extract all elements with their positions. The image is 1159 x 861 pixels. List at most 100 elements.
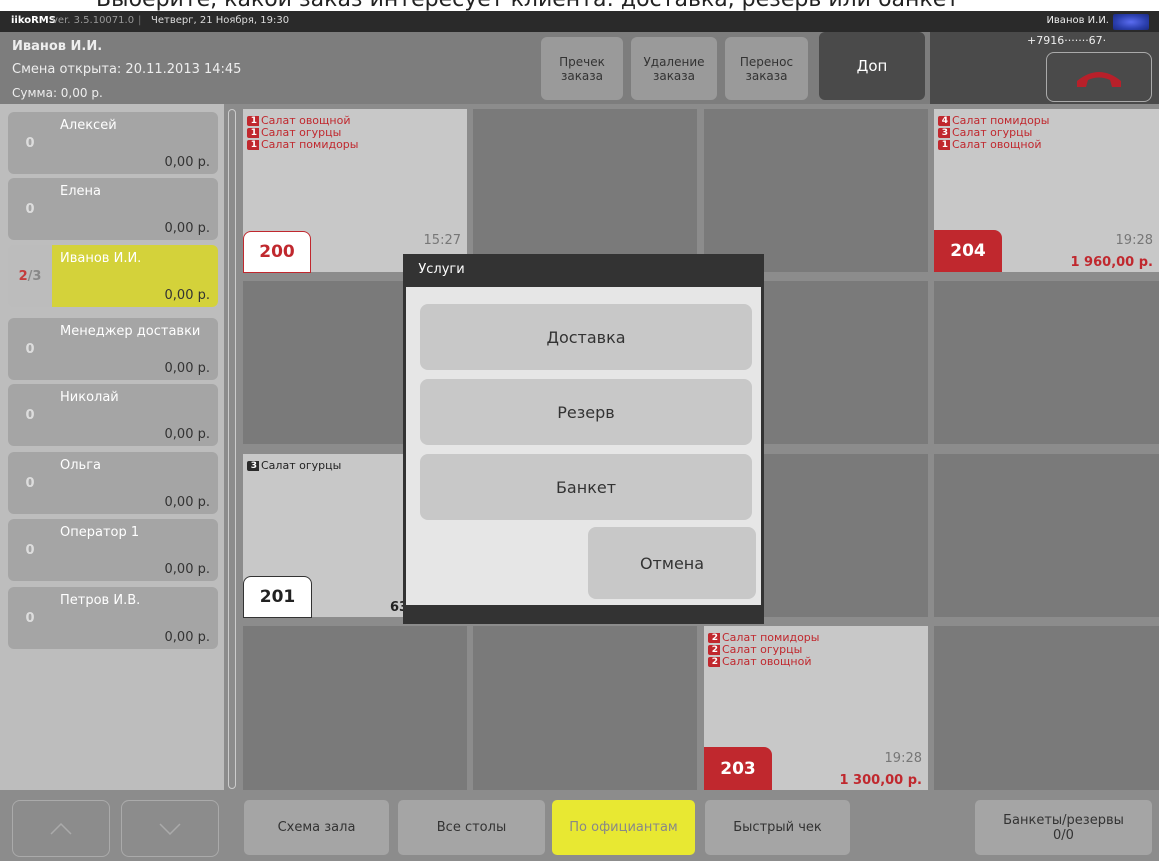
waiter-body: Елена 0,00 р. xyxy=(52,178,218,240)
order-tile-204[interactable]: 4 Салат помидоры 3 Салат огурцы 1 Салат ово… xyxy=(934,109,1159,272)
move-label-1: Перенос xyxy=(739,54,794,69)
waiter-order-count: 0 xyxy=(8,112,52,174)
waiter-list-scrollbar[interactable] xyxy=(228,109,236,789)
waiter-order-count: 0 xyxy=(8,587,52,649)
cancel-button[interactable]: Отмена xyxy=(588,527,756,599)
chevron-down-icon xyxy=(159,822,181,835)
waiter-body: Петров И.В. 0,00 р. xyxy=(52,587,218,649)
dialog-title: Услуги xyxy=(403,254,480,284)
item-qty: 2 xyxy=(708,657,720,667)
quick-check-button[interactable]: Быстрый чек xyxy=(705,800,850,855)
banquet-button[interactable]: Банкет xyxy=(420,454,752,520)
waiter-order-count: 0 xyxy=(8,384,52,446)
app-version: ver. 3.5.10071.0 xyxy=(52,15,135,26)
order-item: 1 Салат помидоры xyxy=(247,139,358,151)
waiter-item-sum: 0,00 р. xyxy=(164,221,210,236)
chevron-up-icon xyxy=(50,822,72,835)
waiter-item-aleksey[interactable]: 0 Алексей 0,00 р. xyxy=(8,112,218,174)
order-tile-203[interactable]: 2 Салат помидоры 2 Салат огурцы 2 Салат ово… xyxy=(704,626,928,790)
waiter-item-petrov[interactable]: 0 Петров И.В. 0,00 р. xyxy=(8,587,218,649)
precheck-order-button[interactable]: Пречек заказа xyxy=(541,37,623,100)
waiter-order-count: 0 xyxy=(8,452,52,514)
hangup-button[interactable] xyxy=(1046,52,1152,102)
order-time: 19:28 xyxy=(884,751,922,766)
waiter-item-name: Алексей xyxy=(60,118,117,133)
waiter-item-delivery-manager[interactable]: 0 Менеджер доставки 0,00 р. xyxy=(8,318,218,380)
order-time: 15:27 xyxy=(423,233,461,248)
order-tile-200[interactable]: 1 Салат овощной 1 Салат огурцы 1 Салат поми… xyxy=(243,109,467,273)
order-items: 3 Салат огурцы xyxy=(247,460,341,472)
item-qty: 1 xyxy=(247,128,259,138)
empty-tile xyxy=(473,109,697,272)
order-items: 4 Салат помидоры 3 Салат огурцы 1 Салат ово… xyxy=(938,115,1049,151)
datetime: Четверг, 21 Ноября, 19:30 xyxy=(151,15,290,26)
by-waiter-button[interactable]: По официантам xyxy=(552,800,695,855)
order-time: 19:28 xyxy=(1115,233,1153,248)
waiter-item-elena[interactable]: 0 Елена 0,00 р. xyxy=(8,178,218,240)
waiter-item-sum: 0,00 р. xyxy=(164,361,210,376)
app-brand: iikoRMS xyxy=(11,15,56,26)
delivery-button[interactable]: Доставка xyxy=(420,304,752,370)
order-item: 1 Салат овощной xyxy=(938,139,1049,151)
scroll-up-button[interactable] xyxy=(12,800,110,857)
order-sum: 1 960,00 р. xyxy=(1070,255,1153,270)
waiter-item-olga[interactable]: 0 Ольга 0,00 р. xyxy=(8,452,218,514)
waiter-item-name: Иванов И.И. xyxy=(60,251,142,266)
instruction-text: Выберите, какой заказ интересует клиента… xyxy=(96,0,959,11)
hangup-icon xyxy=(1077,72,1121,87)
empty-tile xyxy=(473,626,697,790)
all-tables-button[interactable]: Все столы xyxy=(398,800,545,855)
item-qty: 1 xyxy=(938,140,950,150)
waiter-item-ivanov[interactable]: 2/3 Иванов И.И. 0,00 р. xyxy=(8,245,218,307)
item-qty: 4 xyxy=(938,116,950,126)
move-order-button[interactable]: Перенос заказа xyxy=(725,37,808,100)
extra-button[interactable]: Доп xyxy=(819,32,925,100)
scroll-down-button[interactable] xyxy=(121,800,219,857)
waiter-item-name: Елена xyxy=(60,184,101,199)
waiter-item-name: Николай xyxy=(60,390,119,405)
delete-label-2: заказа xyxy=(652,68,696,83)
waiter-order-count: 0 xyxy=(8,178,52,240)
order-number: 200 xyxy=(243,231,311,273)
item-qty: 1 xyxy=(247,140,259,150)
waiter-item-sum: 0,00 р. xyxy=(164,155,210,170)
waiter-item-name: Оператор 1 xyxy=(60,525,140,540)
delete-label-1: Удаление xyxy=(643,54,705,69)
item-name: Салат помидоры xyxy=(261,138,359,151)
waiter-body: Менеджер доставки 0,00 р. xyxy=(52,318,218,380)
banquets-reserves-button[interactable]: Банкеты/резервы 0/0 xyxy=(975,800,1152,855)
item-name: Салат огурцы xyxy=(261,459,342,472)
waiter-item-sum: 0,00 р. xyxy=(164,562,210,577)
separator: | xyxy=(138,15,142,26)
waiter-order-count: 0 xyxy=(8,519,52,581)
waiter-item-name: Петров И.В. xyxy=(60,593,141,608)
order-number: 204 xyxy=(934,230,1002,272)
waiter-item-sum: 0,00 р. xyxy=(164,427,210,442)
dialog-body: Доставка Резерв Банкет Отмена xyxy=(406,287,761,605)
waiter-order-count-total: /3 xyxy=(27,268,42,284)
order-items: 1 Салат овощной 1 Салат огурцы 1 Салат поми… xyxy=(247,115,358,151)
waiter-item-nikolay[interactable]: 0 Николай 0,00 р. xyxy=(8,384,218,446)
waiter-body: Иванов И.И. 0,00 р. xyxy=(52,245,218,307)
header: Иванов И.И. Смена открыта: 20.11.2013 14… xyxy=(0,32,1159,104)
delete-order-button[interactable]: Удаление заказа xyxy=(631,37,717,100)
current-user: Иванов И.И. xyxy=(1046,15,1109,26)
hall-scheme-button[interactable]: Схема зала xyxy=(244,800,389,855)
empty-tile xyxy=(243,626,467,790)
waiter-body: Алексей 0,00 р. xyxy=(52,112,218,174)
banquets-count: 0/0 xyxy=(1053,827,1074,843)
waiter-order-count: 0 xyxy=(8,318,52,380)
waiter-item-sum: 0,00 р. xyxy=(164,288,210,303)
order-sum: 1 300,00 р. xyxy=(839,773,922,788)
empty-tile xyxy=(934,454,1159,617)
precheck-label-1: Пречек xyxy=(559,54,605,69)
instruction-banner: Выберите, какой заказ интересует клиента… xyxy=(0,0,1159,11)
waiter-body: Оператор 1 0,00 р. xyxy=(52,519,218,581)
waiter-item-name: Ольга xyxy=(60,458,101,473)
waiter-order-count-value: 2 xyxy=(18,268,28,284)
reserve-button[interactable]: Резерв xyxy=(420,379,752,445)
waiter-item-operator[interactable]: 0 Оператор 1 0,00 р. xyxy=(8,519,218,581)
item-qty: 1 xyxy=(247,116,259,126)
order-item: 2 Салат овощной xyxy=(708,656,819,668)
shift-info: Смена открыта: 20.11.2013 14:45 xyxy=(12,62,242,77)
